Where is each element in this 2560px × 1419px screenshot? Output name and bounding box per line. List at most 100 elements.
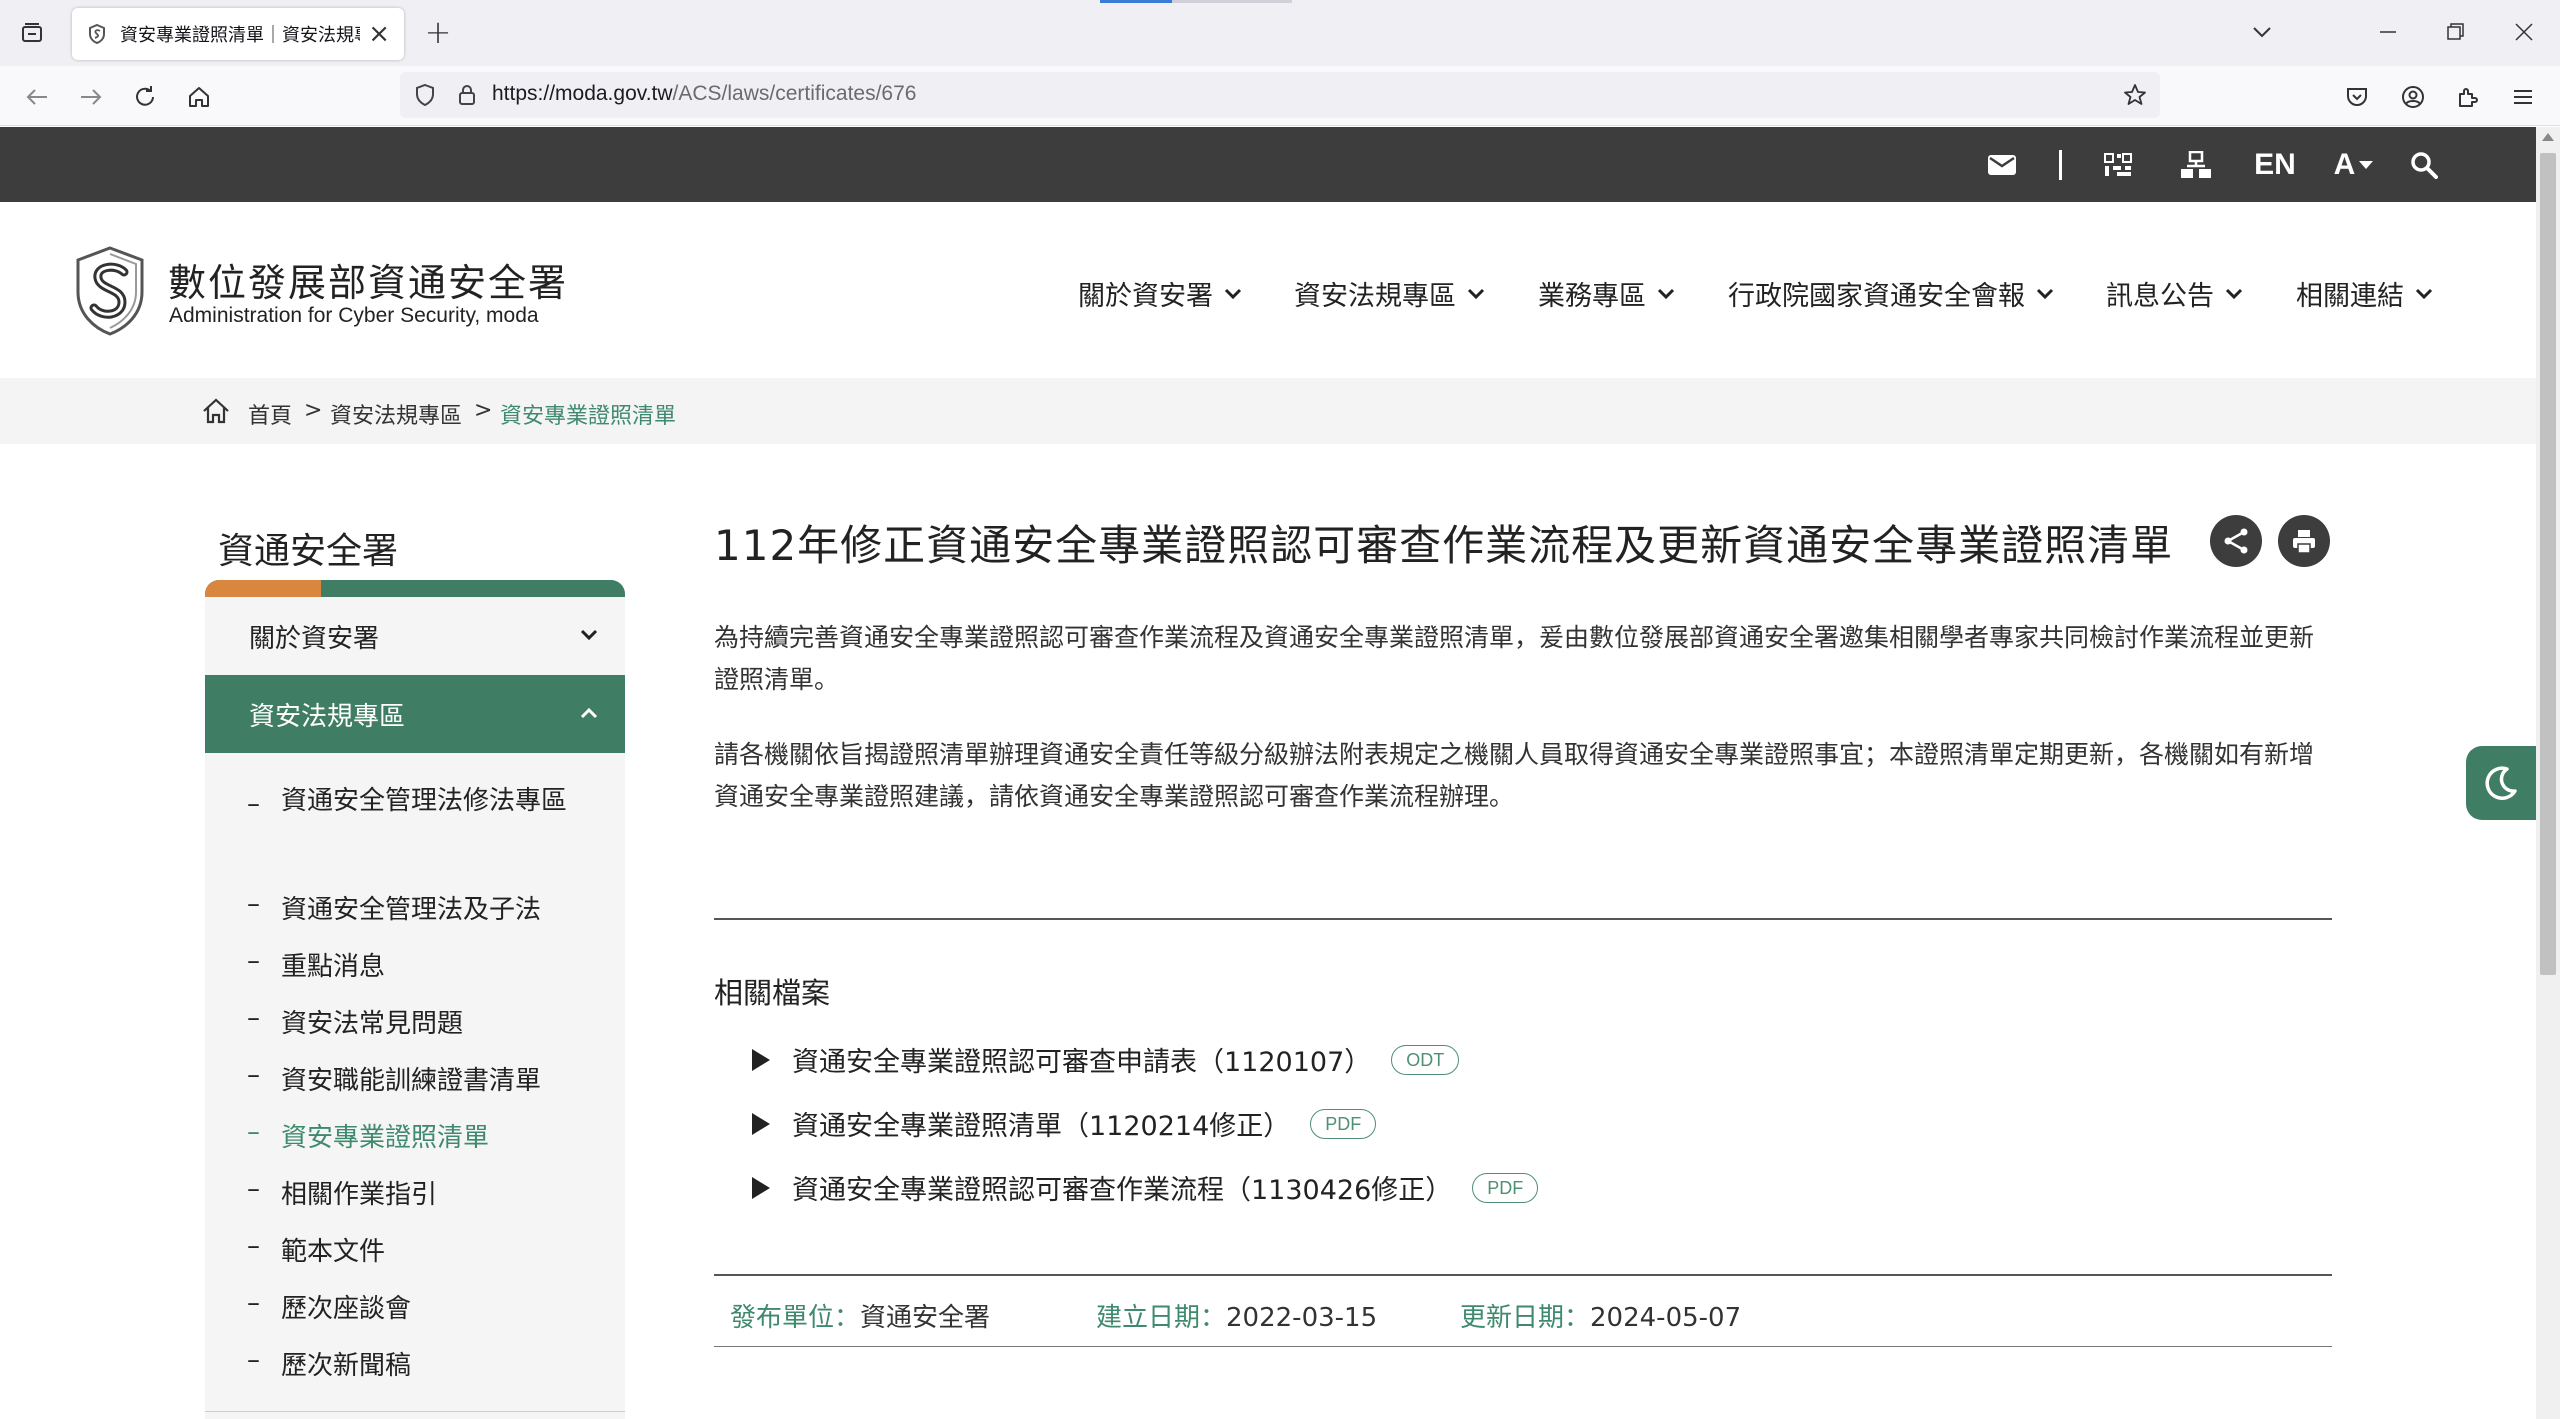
nav-business[interactable]: 業務專區 (1538, 274, 1676, 313)
dark-mode-toggle[interactable] (2466, 746, 2536, 820)
home-icon[interactable] (200, 396, 232, 426)
back-arrow-icon[interactable] (20, 80, 54, 114)
mail-icon[interactable] (1984, 145, 2020, 185)
sidebar-subitem-faq[interactable]: – 資安法常見問題 (247, 1003, 463, 1040)
bookmark-star-icon[interactable] (2122, 82, 2148, 108)
nav-related-links[interactable]: 相關連結 (2296, 274, 2434, 313)
sidebar-subitem-label: 歷次新聞稿 (281, 1351, 412, 1381)
share-button[interactable] (2210, 515, 2262, 567)
page-scrollbar[interactable] (2536, 127, 2560, 1419)
brand-name-en[interactable]: Administration for Cyber Security, moda (169, 304, 539, 328)
scroll-up-arrow-icon[interactable] (2542, 133, 2554, 141)
minimize-window-icon[interactable] (2370, 14, 2406, 50)
sidebar-subitem-seminars[interactable]: – 歷次座談會 (247, 1288, 411, 1325)
intro-paragraph: 為持續完善資通安全專業證照認可審查作業流程及資通安全專業證照清單，爰由數位發展部… (714, 623, 2315, 694)
menu-hamburger-icon[interactable] (2506, 80, 2540, 114)
chevron-down-icon (2225, 288, 2243, 299)
qr-code-icon[interactable] (2100, 145, 2136, 185)
chevron-down-icon (1224, 288, 1242, 299)
sidebar-item-about[interactable]: 關於資安署 (205, 597, 625, 675)
sidebar-subitem-press[interactable]: – 歷次新聞稿 (247, 1345, 411, 1382)
breadcrumb-home[interactable]: 首頁 (248, 398, 292, 430)
file-type-badge: PDF (1472, 1172, 1539, 1203)
nav-announcements[interactable]: 訊息公告 (2106, 274, 2244, 313)
utility-divider (2058, 145, 2062, 185)
breadcrumb-separator: > (304, 398, 323, 423)
address-bar[interactable]: https://moda.gov.tw/ACS/laws/certificate… (400, 72, 2160, 118)
sidebar-subitem-label: 資安職能訓練證書清單 (281, 1066, 542, 1096)
sidebar-subitem-amendment[interactable]: – 資通安全管理法修法專區 (247, 786, 567, 822)
tab-loading-indicator (1100, 0, 1172, 3)
tab-title: 資安專業證照清單｜資安法規專區 (120, 25, 360, 46)
sidebar-subitem-guides[interactable]: – 相關作業指引 (247, 1174, 437, 1211)
forward-arrow-icon[interactable] (74, 80, 108, 114)
nav-related-links-label: 相關連結 (2296, 281, 2404, 312)
sidebar-subitem-training[interactable]: – 資安職能訓練證書清單 (247, 1060, 541, 1097)
browser-tab-bar: 資安專業證照清單｜資安法規專區 × + (0, 0, 2560, 66)
file-link-review-process[interactable]: 資通安全專業證照認可審查作業流程（1130426修正） PDF (752, 1168, 1539, 1207)
nav-about[interactable]: 關於資安署 (1078, 274, 1243, 313)
pocket-icon[interactable] (2340, 80, 2374, 114)
search-icon[interactable] (2406, 145, 2442, 185)
sidebar-subitem-templates[interactable]: – 範本文件 (247, 1231, 385, 1268)
file-link-certificate-list[interactable]: 資通安全專業證照清單（1120214修正） PDF (752, 1104, 1377, 1143)
instruction-paragraph: 請各機關依旨揭證照清單辦理資通安全責任等級分級辦法附表規定之機關人員取得資通安全… (714, 740, 2315, 811)
sidebar-item-laws[interactable]: 資安法規專區 (205, 675, 625, 753)
nav-laws-label: 資安法規專區 (1294, 281, 1456, 312)
font-size-caret-icon (2359, 161, 2374, 169)
font-size-label: A (2333, 148, 2356, 181)
nav-national-council[interactable]: 行政院國家資通安全會報 (1728, 274, 2055, 313)
chevron-up-icon (580, 707, 598, 719)
sitemap-icon[interactable] (2178, 145, 2214, 185)
meta-divider-top (714, 1274, 2332, 1276)
brand-name-zh[interactable]: 數位發展部資通安全署 (168, 252, 568, 307)
file-type-badge: PDF (1310, 1108, 1377, 1139)
restore-window-icon[interactable] (2438, 14, 2474, 50)
file-link-application-form[interactable]: 資通安全專業證照認可審查申請表（1120107） ODT (752, 1040, 1460, 1079)
close-window-icon[interactable] (2506, 14, 2542, 50)
file-bullet-icon (752, 1112, 770, 1135)
browser-tab-active[interactable]: 資安專業證照清單｜資安法規專區 × (72, 8, 404, 60)
chevron-down-icon (2415, 288, 2433, 299)
meta-created: 建立日期：2022-03-15 (1096, 1297, 1377, 1334)
account-icon[interactable] (2396, 80, 2430, 114)
list-dash: – (247, 946, 260, 976)
sidebar-item-label: 資安法規專區 (249, 701, 406, 732)
new-tab-button[interactable]: + (420, 13, 456, 51)
print-button[interactable] (2278, 515, 2330, 567)
language-en-button[interactable]: EN (2252, 145, 2298, 185)
home-icon[interactable] (182, 80, 216, 114)
extensions-icon[interactable] (2450, 80, 2484, 114)
sidebar-menu: 關於資安署 資安法規專區 – 資通安全管理法修法專區 – 資通安全管理法及子法 … (205, 597, 625, 1419)
content-divider (714, 918, 2332, 920)
list-dash: – (247, 889, 260, 919)
sidebar-subitem-news[interactable]: – 重點消息 (247, 946, 385, 983)
sidebar-subitem-label: 歷次座談會 (281, 1294, 412, 1324)
breadcrumb-laws[interactable]: 資安法規專區 (330, 398, 462, 430)
moda-acs-logo[interactable] (72, 244, 148, 338)
meta-created-value: 2022-03-15 (1226, 1303, 1378, 1333)
tracking-protection-shield-icon[interactable] (412, 82, 438, 108)
file-name: 資通安全專業證照認可審查申請表（1120107） (792, 1047, 1372, 1078)
reload-icon[interactable] (128, 80, 162, 114)
nav-about-label: 關於資安署 (1078, 281, 1213, 312)
scrollbar-thumb[interactable] (2540, 153, 2556, 975)
chevron-down-icon (580, 629, 598, 641)
file-type-badge: ODT (1391, 1044, 1460, 1075)
meta-publisher: 發布單位：資通安全署 (730, 1297, 990, 1334)
tab-overflow-chevron-icon[interactable] (2244, 14, 2280, 50)
print-icon (2293, 530, 2315, 554)
font-size-button[interactable]: A (2326, 145, 2382, 185)
file-name: 資通安全專業證照認可審查作業流程（1130426修正） (792, 1175, 1453, 1206)
nav-laws[interactable]: 資安法規專區 (1294, 274, 1486, 313)
sidebar-subitem-certificates[interactable]: – 資安專業證照清單 (247, 1117, 489, 1154)
url-text[interactable]: https://moda.gov.tw/ACS/laws/certificate… (492, 82, 916, 106)
meta-publisher-value: 資通安全署 (860, 1303, 991, 1333)
sidebar-subitem-act[interactable]: – 資通安全管理法及子法 (247, 889, 541, 926)
list-dash: – (247, 1117, 260, 1147)
list-all-tabs-icon[interactable] (16, 18, 48, 48)
list-dash: – (247, 789, 260, 819)
tab-close-icon[interactable]: × (368, 21, 390, 47)
breadcrumb: 首頁 > 資安法規專區 > 資安專業證照清單 (0, 378, 2536, 444)
lock-icon[interactable] (454, 82, 480, 108)
